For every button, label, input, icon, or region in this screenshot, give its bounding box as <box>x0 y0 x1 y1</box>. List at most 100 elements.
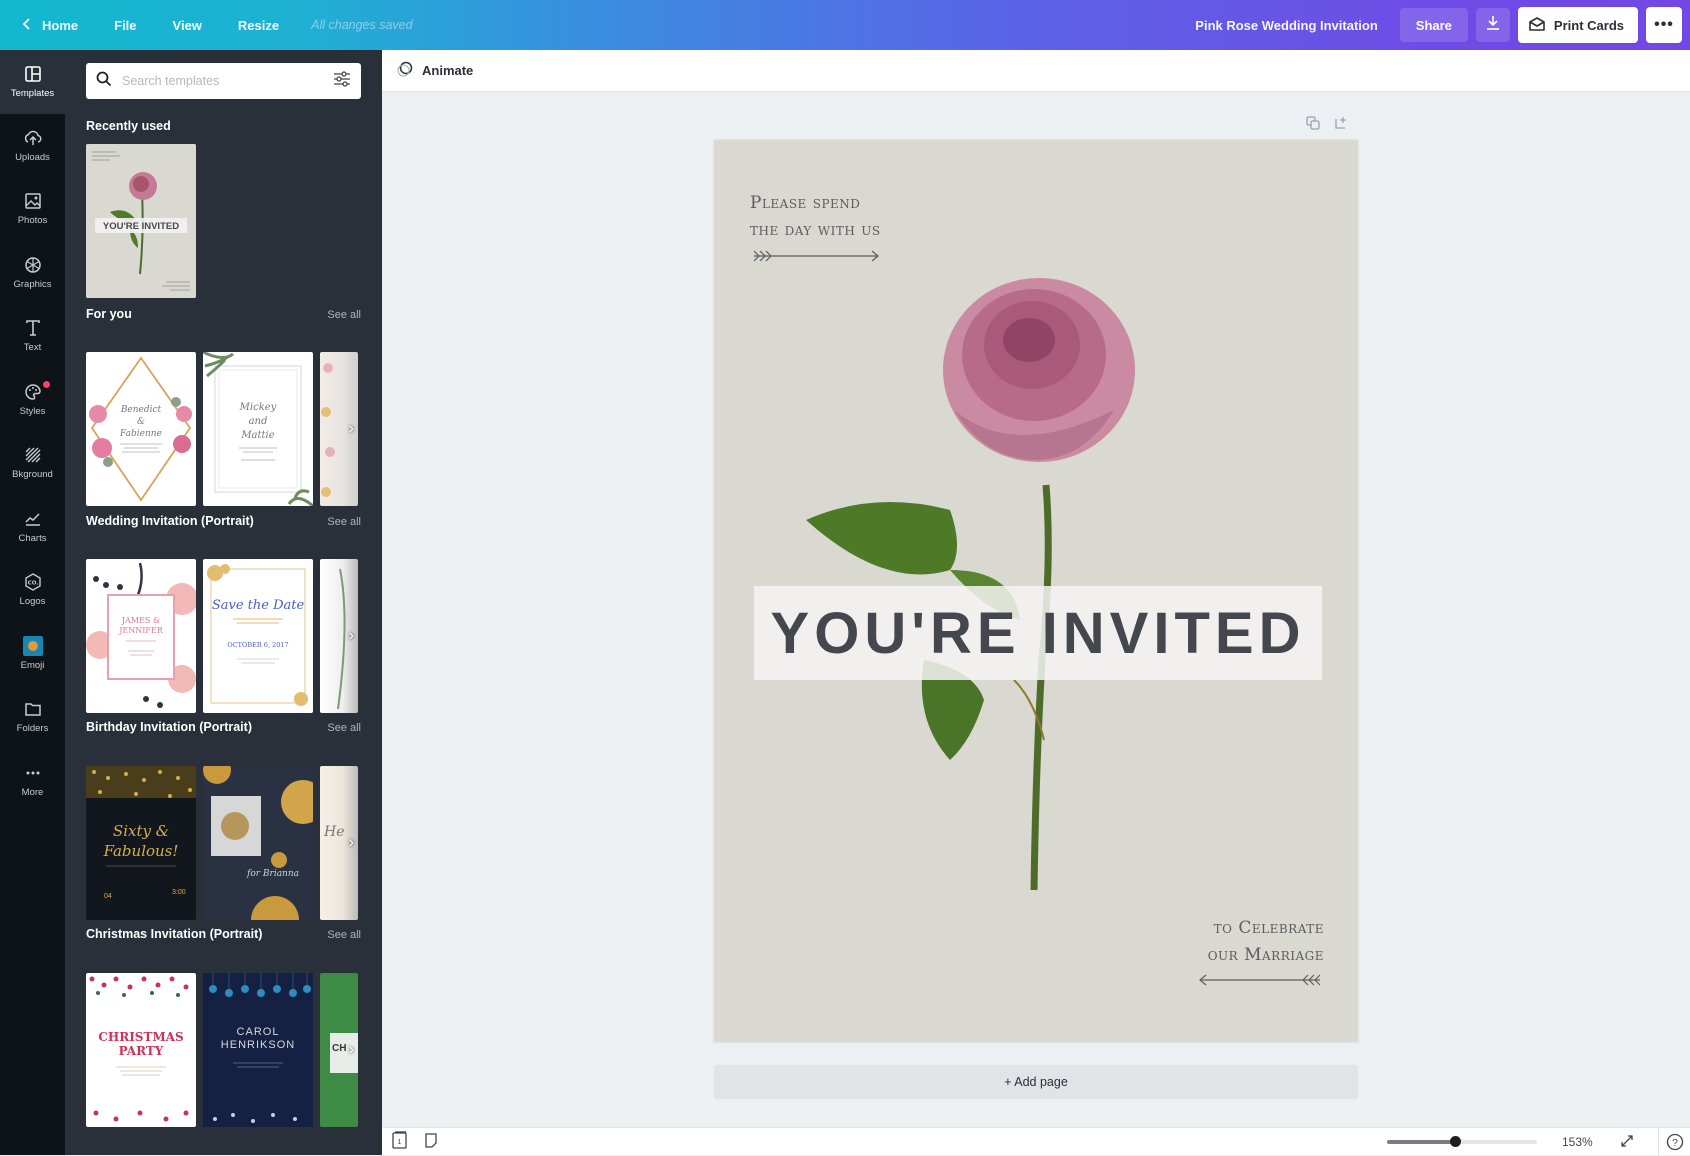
top-text[interactable]: Please spend the day with us <box>750 190 881 244</box>
home-button[interactable]: Home <box>0 17 96 34</box>
section-title-wedding: Wedding Invitation (Portrait) <box>86 514 254 528</box>
chevron-right-icon[interactable]: › <box>349 420 354 438</box>
recently-used-row: YOU'RE INVITED <box>86 144 196 298</box>
chevron-left-icon <box>22 17 32 34</box>
section-title-for-you: For you <box>86 307 132 321</box>
template-thumb-save-the-date[interactable]: Save the Date OCTOBER 6, 2017 <box>203 559 313 713</box>
rail-label: Bkground <box>12 469 53 481</box>
duplicate-page-icon[interactable] <box>1306 116 1320 135</box>
template-thumb-partial[interactable]: CH › <box>320 973 358 1127</box>
more-icon <box>26 771 39 775</box>
print-cards-label: Print Cards <box>1553 17 1624 33</box>
design-page[interactable]: Please spend the day with us YOU'RE INVI… <box>714 140 1358 1042</box>
template-thumb-partial[interactable]: › <box>320 559 358 713</box>
rail-item-more[interactable]: More <box>0 749 65 813</box>
template-thumb-sixty-fabulous[interactable]: Sixty & Fabulous! 04 3:00 <box>86 766 196 920</box>
template-thumb-mickey[interactable]: Mickey and Mattie <box>203 352 313 506</box>
rail-item-background[interactable]: Bkground <box>0 431 65 495</box>
templates-icon <box>24 66 41 83</box>
view-menu[interactable]: View <box>155 18 220 33</box>
zoom-slider-knob[interactable] <box>1449 1136 1461 1147</box>
rail-item-emoji[interactable]: Emoji <box>0 622 65 686</box>
svg-text:CO.: CO. <box>27 581 38 587</box>
template-thumb-party-brianna[interactable]: for Brianna <box>203 766 313 920</box>
background-icon <box>25 447 40 463</box>
gold-balloons-image: for Brianna <box>203 766 313 920</box>
floral-diamond-image: Benedict & Fabienne <box>89 356 192 502</box>
notes-icon[interactable] <box>424 1132 438 1151</box>
chevron-right-icon[interactable]: › <box>349 834 354 852</box>
search-icon <box>96 71 112 92</box>
chevron-right-icon[interactable]: › <box>349 1041 354 1059</box>
zoom-slider[interactable] <box>1387 1136 1537 1147</box>
upload-cloud-icon <box>24 130 41 145</box>
rail-item-uploads[interactable]: Uploads <box>0 114 65 178</box>
headline-banner[interactable]: YOU'RE INVITED <box>754 586 1322 680</box>
template-thumb-benedict[interactable]: Benedict & Fabienne <box>86 352 196 506</box>
add-page-icon[interactable] <box>1334 116 1348 135</box>
template-thumb-james-jennifer[interactable]: JAMES & JENNIFER <box>86 559 196 713</box>
svg-text:for Brianna: for Brianna <box>246 869 299 879</box>
svg-text:CH: CH <box>332 1043 346 1054</box>
document-title[interactable]: Pink Rose Wedding Invitation <box>1195 18 1378 33</box>
template-thumb-partial[interactable]: He › <box>320 766 358 920</box>
template-thumb-christmas-party[interactable]: CHRISTMAS PARTY <box>86 973 196 1127</box>
see-all-christmas[interactable]: See all <box>327 929 361 941</box>
rail-item-styles[interactable]: Styles <box>0 368 65 432</box>
search-box[interactable] <box>86 63 361 99</box>
gold-frame-image: Save the Date OCTOBER 6, 2017 <box>207 564 308 706</box>
thumb-text: YOU'RE INVITED <box>103 221 179 232</box>
file-menu[interactable]: File <box>96 18 154 33</box>
see-all-wedding[interactable]: See all <box>327 516 361 528</box>
see-all-for-you[interactable]: See all <box>327 309 361 321</box>
graphics-icon <box>24 257 41 273</box>
gold-confetti-image: Sixty & Fabulous! 04 3:00 <box>86 766 196 900</box>
rail-item-text[interactable]: Text <box>0 304 65 368</box>
leaf-frame-image: Mickey and Mattie <box>203 352 313 506</box>
zoom-level[interactable]: 153% <box>1562 1135 1593 1149</box>
page-view-icon[interactable]: 1 <box>392 1131 408 1152</box>
rail-item-graphics[interactable]: Graphics <box>0 241 65 305</box>
search-input[interactable] <box>122 74 323 88</box>
svg-text:?: ? <box>1672 1138 1678 1149</box>
text-icon <box>25 320 40 337</box>
add-page-button[interactable]: + Add page <box>714 1065 1358 1099</box>
download-button[interactable] <box>1475 8 1510 42</box>
rail-label: Styles <box>19 405 46 417</box>
rail-label: Emoji <box>20 659 45 671</box>
rail-item-logos[interactable]: CO. Logos <box>0 558 65 622</box>
fullscreen-icon[interactable] <box>1620 1134 1634 1151</box>
rail-label: More <box>21 786 44 798</box>
more-options-button[interactable]: ••• <box>1646 7 1682 43</box>
svg-text:Fabulous!: Fabulous! <box>103 842 179 860</box>
svg-text:CHRISTMAS: CHRISTMAS <box>98 1030 183 1044</box>
svg-text:CAROL: CAROL <box>237 1026 280 1038</box>
print-cards-button[interactable]: Print Cards <box>1517 7 1638 43</box>
see-all-birthday[interactable]: See all <box>327 722 361 734</box>
palette-icon <box>24 383 41 400</box>
share-button[interactable]: Share <box>1399 8 1468 42</box>
svg-text:He: He <box>323 824 345 840</box>
rail-item-folders[interactable]: Folders <box>0 685 65 749</box>
top-text-line2: the day with us <box>750 220 881 240</box>
filter-sliders-icon[interactable] <box>333 70 351 92</box>
template-thumb-recent[interactable]: YOU'RE INVITED <box>86 144 196 298</box>
emoji-icon <box>22 635 43 656</box>
rail-item-templates[interactable]: Templates <box>0 50 65 114</box>
help-icon[interactable]: ? <box>1666 1133 1684 1154</box>
animate-button[interactable]: Animate <box>422 63 473 78</box>
template-thumb-partial[interactable]: › <box>320 352 358 506</box>
zoom-slider-fill <box>1387 1140 1455 1144</box>
chevron-right-icon[interactable]: › <box>349 627 354 645</box>
resize-menu[interactable]: Resize <box>220 18 297 33</box>
bottom-text[interactable]: to Celebrate our Marriage <box>1208 915 1324 969</box>
svg-text:Fabienne: Fabienne <box>119 429 162 439</box>
template-thumb-carol-henrikson[interactable]: CAROL HENRIKSON <box>203 973 313 1127</box>
wedding-row: JAMES & JENNIFER Save the Date OCTOBER 6… <box>86 559 358 713</box>
svg-text:JAMES &: JAMES & <box>121 616 160 625</box>
rail-item-photos[interactable]: Photos <box>0 177 65 241</box>
folder-icon <box>24 703 41 716</box>
headline-text: YOU'RE INVITED <box>770 600 1306 666</box>
rail-item-charts[interactable]: Charts <box>0 495 65 559</box>
rail-label: Charts <box>18 532 47 544</box>
